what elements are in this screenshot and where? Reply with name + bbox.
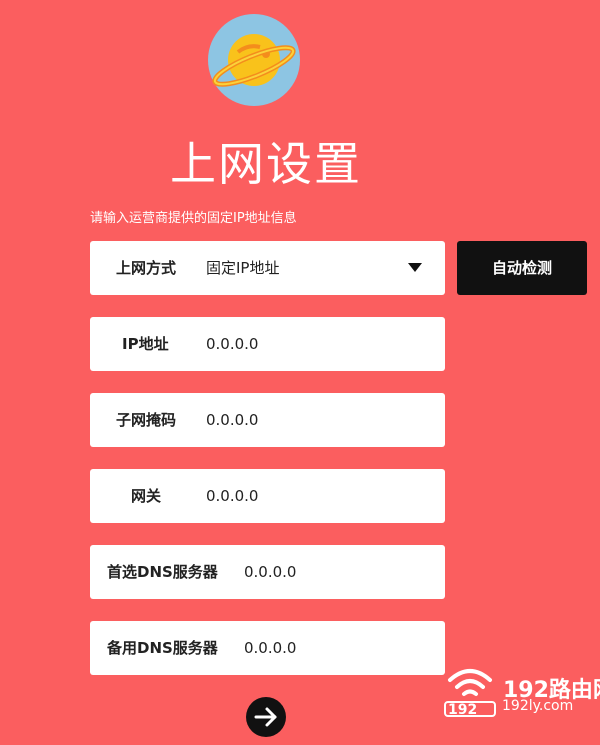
arrow-right-icon	[254, 707, 277, 727]
connection-type-label: 上网方式	[116, 259, 177, 277]
primary-dns-label: 首选DNS服务器	[107, 563, 218, 581]
secondary-dns-field: 备用DNS服务器 0.0.0.0	[90, 621, 445, 675]
watermark-router-text: 192	[448, 702, 478, 718]
gateway-field: 网关 0.0.0.0	[90, 469, 445, 523]
chevron-down-icon[interactable]	[408, 263, 422, 272]
planet-logo-icon	[208, 14, 300, 106]
subnet-mask-field: 子网掩码 0.0.0.0	[90, 393, 445, 447]
ip-address-input[interactable]: 0.0.0.0	[206, 317, 258, 371]
connection-type-select[interactable]: 上网方式 固定IP地址	[90, 241, 445, 295]
watermark-domain: 192ly.com	[502, 698, 574, 714]
auto-detect-button[interactable]: 自动检测	[457, 241, 587, 295]
secondary-dns-input[interactable]: 0.0.0.0	[244, 621, 296, 675]
next-button[interactable]	[246, 697, 286, 737]
ip-address-field: IP地址 0.0.0.0	[90, 317, 445, 371]
primary-dns-field: 首选DNS服务器 0.0.0.0	[90, 545, 445, 599]
watermark: 192 192路由网 192ly.com	[440, 658, 600, 720]
gateway-label: 网关	[131, 487, 162, 505]
ip-address-label: IP地址	[122, 335, 169, 353]
gateway-input[interactable]: 0.0.0.0	[206, 469, 258, 523]
connection-type-value: 固定IP地址	[206, 259, 280, 277]
page-subtitle: 请输入运营商提供的固定IP地址信息	[90, 211, 297, 226]
page-title: 上网设置	[170, 137, 362, 191]
secondary-dns-label: 备用DNS服务器	[107, 639, 218, 657]
subnet-mask-input[interactable]: 0.0.0.0	[206, 393, 258, 447]
subnet-mask-label: 子网掩码	[116, 411, 177, 429]
primary-dns-input[interactable]: 0.0.0.0	[244, 545, 296, 599]
